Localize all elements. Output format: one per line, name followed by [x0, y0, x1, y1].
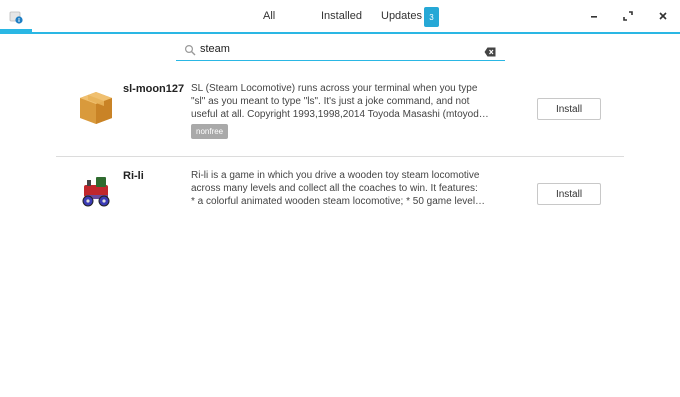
package-name: Ri-li [123, 170, 144, 182]
close-icon[interactable] [655, 8, 671, 24]
search-input[interactable] [200, 41, 470, 57]
nonfree-tag: nonfree [191, 124, 229, 139]
package-name: sl-moon127 [123, 83, 185, 95]
header-bar: All Installed Updates 3 [0, 0, 680, 32]
list-item: sl-moon127 SL (Steam Locomotive) runs ac… [56, 70, 624, 156]
list-item: Ri-li Ri-li is a game in which you drive… [56, 156, 624, 243]
tab-updates[interactable]: Updates [381, 10, 422, 22]
maximize-icon[interactable] [620, 8, 636, 24]
install-button[interactable]: Install [537, 98, 601, 120]
description-line: SL (Steam Locomotive) runs across your t… [191, 83, 478, 94]
package-description: Ri-li is a game in which you drive a woo… [191, 169, 491, 208]
results-list: sl-moon127 SL (Steam Locomotive) runs ac… [56, 70, 624, 243]
package-box-icon [76, 86, 116, 126]
header-accent-line [0, 32, 680, 34]
description-line: across many levels and collect all the c… [191, 183, 478, 194]
clear-search-icon[interactable] [484, 44, 496, 57]
description-line: Ri-li is a game in which you drive a woo… [191, 170, 480, 181]
description-line: "sl" as you meant to type "ls". It's jus… [191, 96, 470, 107]
toy-train-icon [76, 171, 116, 211]
updates-count-badge: 3 [424, 7, 439, 27]
install-button[interactable]: Install [537, 183, 601, 205]
search-icon [184, 43, 196, 56]
search-bar [176, 40, 505, 61]
app-info-icon[interactable] [9, 10, 23, 24]
package-description: SL (Steam Locomotive) runs across your t… [191, 82, 491, 139]
description-line: * a colorful animated wooden steam locom… [191, 196, 486, 207]
tab-all[interactable]: All [263, 10, 275, 22]
description-line: useful at all. Copyright 1993,1998,2014 … [191, 109, 491, 120]
tab-installed[interactable]: Installed [321, 10, 362, 22]
minimize-icon[interactable] [586, 8, 602, 24]
